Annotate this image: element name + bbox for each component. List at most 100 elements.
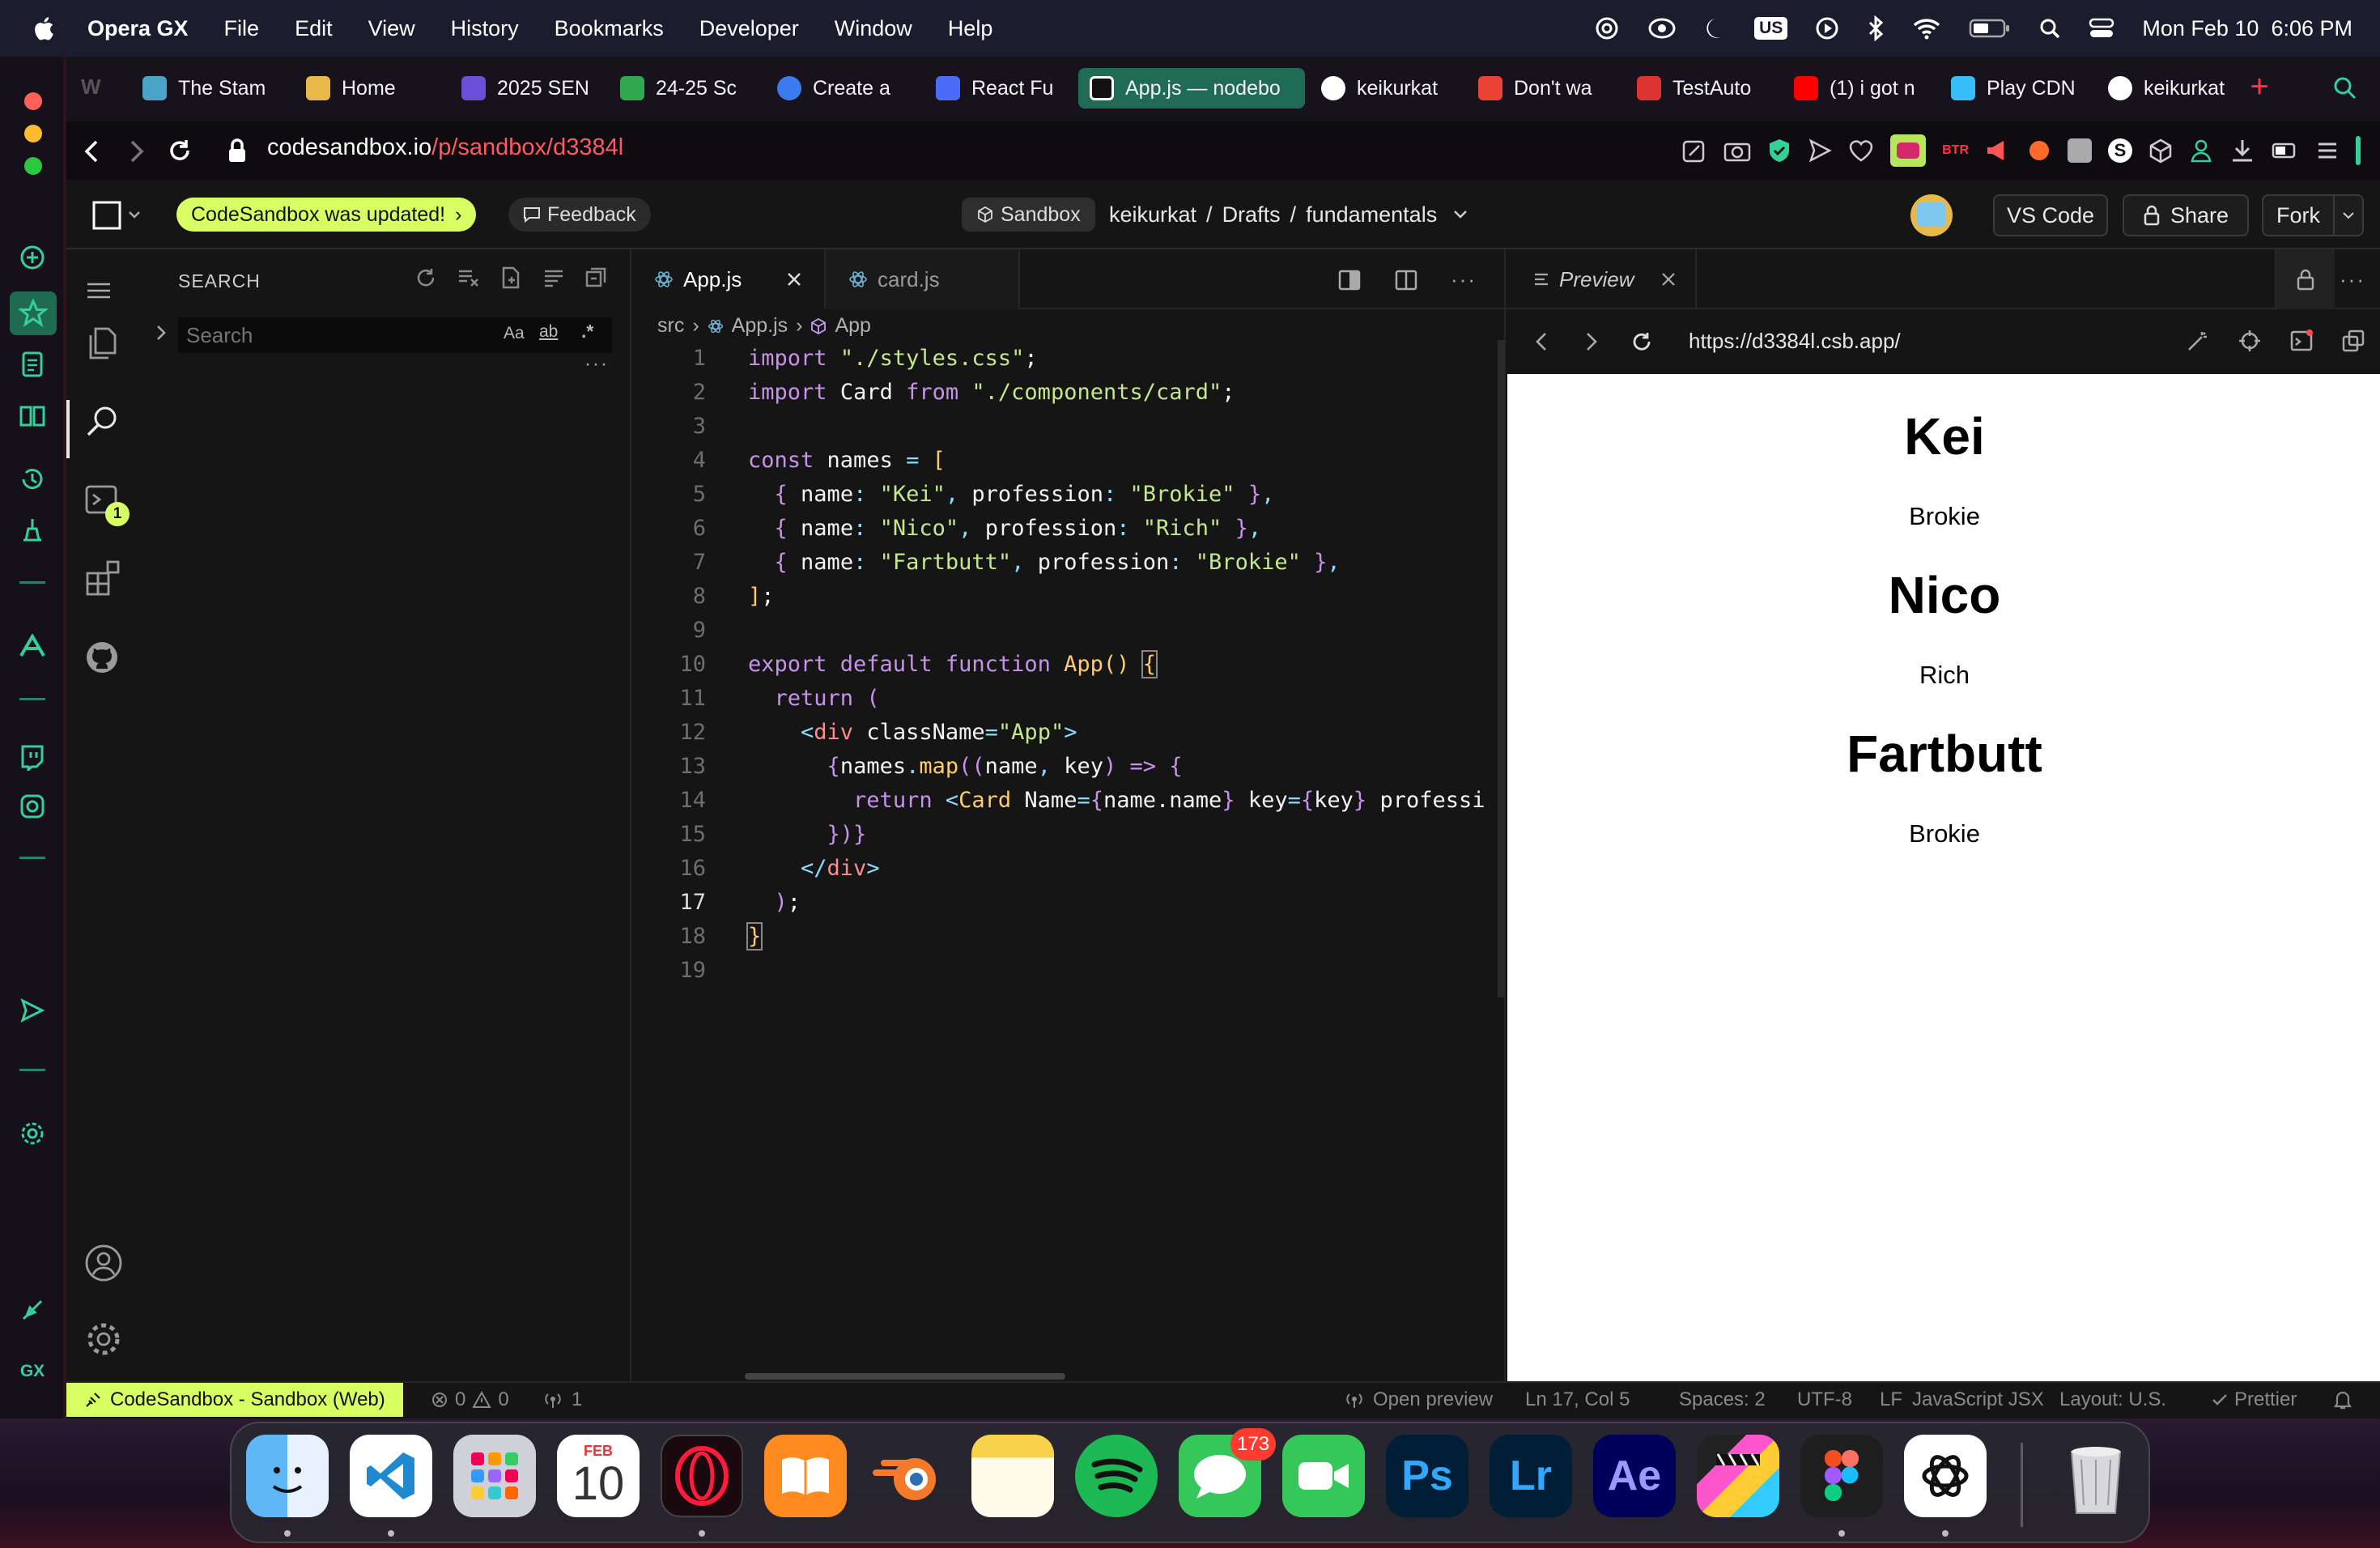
preview-forward-icon[interactable] — [1585, 332, 1598, 351]
final-cut-pro-icon[interactable] — [1697, 1435, 1779, 1517]
eol-setting[interactable]: LF — [1880, 1383, 1902, 1417]
reader-icon[interactable] — [16, 400, 49, 432]
csb-logo-menu-icon[interactable] — [92, 201, 144, 230]
tab-item[interactable]: The Stam — [131, 68, 293, 108]
magic-wand-icon[interactable] — [2186, 329, 2210, 353]
bluetooth-icon[interactable] — [1867, 15, 1885, 41]
search-details-ellipsis-icon[interactable]: ··· — [584, 353, 609, 376]
menu-developer[interactable]: Developer — [699, 16, 799, 41]
tab-card-js[interactable]: card.js — [826, 249, 1020, 309]
open-preview-button[interactable]: Open preview — [1344, 1383, 1493, 1417]
github-icon[interactable] — [84, 640, 120, 675]
history-icon[interactable] — [16, 463, 49, 495]
menu-history[interactable]: History — [451, 16, 519, 41]
instagram-icon[interactable] — [16, 790, 49, 823]
lock-icon[interactable] — [227, 138, 248, 164]
chatgpt-status-icon[interactable] — [1594, 15, 1620, 41]
view-as-tree-icon[interactable] — [542, 266, 565, 289]
photoshop-icon[interactable]: Ps — [1386, 1435, 1468, 1517]
prettier-status[interactable]: Prettier — [2212, 1383, 2297, 1417]
match-whole-word-toggle[interactable]: ab — [539, 322, 558, 342]
new-search-editor-icon[interactable] — [500, 266, 523, 290]
problems-indicator[interactable]: 0 0 — [431, 1383, 509, 1417]
chevron-down-icon[interactable] — [2333, 196, 2362, 235]
menu-view[interactable]: View — [368, 16, 415, 41]
breadcrumb-user[interactable]: keikurkat — [1109, 202, 1196, 228]
notifications-bell-icon[interactable] — [2333, 1383, 2352, 1417]
tab-item[interactable]: Don't wa — [1467, 68, 1629, 108]
tab-app-js[interactable]: App.js — [631, 249, 826, 309]
send-icon[interactable] — [16, 994, 49, 1027]
window-minimize-button[interactable] — [24, 125, 42, 142]
sidebar-toggle-indicator[interactable] — [2356, 136, 2361, 165]
wifi-icon[interactable] — [1912, 17, 1941, 40]
project-breadcrumb[interactable]: keikurkat / Drafts / fundamentals — [1109, 196, 1468, 233]
preview-back-icon[interactable] — [1535, 332, 1548, 351]
extension-square-icon[interactable] — [2068, 138, 2092, 163]
battery-saver-icon[interactable] — [2272, 142, 2299, 159]
tab-item[interactable]: keikurkat — [1310, 68, 1472, 108]
language-mode[interactable]: JavaScript JSX — [1912, 1383, 2044, 1417]
chatgpt-icon[interactable] — [1904, 1435, 1987, 1517]
lightroom-icon[interactable]: Lr — [1490, 1435, 1572, 1517]
ports-indicator[interactable]: 1 — [542, 1383, 582, 1417]
download-icon[interactable] — [2229, 138, 2255, 164]
menu-bookmarks[interactable]: Bookmarks — [555, 16, 664, 41]
vscode-icon[interactable] — [350, 1435, 432, 1517]
creative-cloud-icon[interactable] — [1647, 16, 1677, 40]
use-regex-toggle[interactable]: .* — [581, 321, 593, 342]
new-tab-plus-icon[interactable]: + — [2246, 70, 2273, 103]
dollar-extension-icon[interactable]: S — [2108, 138, 2132, 163]
cube-icon[interactable] — [2148, 138, 2173, 164]
camera-icon[interactable] — [1723, 138, 1751, 163]
preview-url-field[interactable]: https://d3384l.csb.app/ — [1689, 329, 1901, 354]
trash-icon[interactable] — [2055, 1435, 2137, 1517]
shield-icon[interactable] — [1767, 138, 1791, 164]
split-editor-icon[interactable] — [1394, 269, 1418, 291]
clear-results-icon[interactable] — [457, 266, 481, 289]
send-arrow-icon[interactable] — [1808, 138, 1832, 163]
snapshot-edit-icon[interactable] — [1681, 138, 1707, 164]
search-icon[interactable] — [84, 403, 120, 439]
reload-icon[interactable] — [167, 138, 193, 164]
search-input-field[interactable] — [186, 322, 494, 348]
tab-item-active[interactable]: App.js — nodebo — [1078, 68, 1305, 108]
opera-gx-icon[interactable] — [661, 1435, 743, 1517]
lock-preview-icon[interactable] — [2275, 249, 2335, 309]
menu-hamburger-icon[interactable] — [84, 279, 120, 314]
cursor-position[interactable]: Ln 17, Col 5 — [1525, 1383, 1630, 1417]
moon-icon[interactable] — [1704, 16, 1727, 40]
collapse-all-icon[interactable] — [584, 266, 607, 289]
person-icon[interactable] — [2189, 138, 2213, 164]
explorer-files-icon[interactable] — [84, 325, 120, 361]
video-popout-icon[interactable] — [1890, 134, 1927, 167]
horizontal-scrollbar[interactable] — [745, 1373, 1065, 1380]
figma-icon[interactable] — [1800, 1435, 1883, 1517]
apple-menu-icon[interactable] — [31, 15, 55, 42]
gx-control-icon[interactable] — [16, 241, 49, 274]
tab-item[interactable]: 2025 SEN — [450, 68, 612, 108]
breadcrumb-folder[interactable]: Drafts — [1222, 202, 1281, 228]
extensions-icon[interactable] — [84, 559, 120, 596]
brush-extension-icon[interactable] — [2027, 138, 2051, 163]
finder-icon[interactable] — [246, 1435, 329, 1517]
chevron-down-icon[interactable] — [1453, 210, 1468, 219]
facetime-icon[interactable] — [1282, 1435, 1365, 1517]
notes-icon[interactable] — [971, 1435, 1054, 1517]
control-center-icon[interactable] — [2089, 17, 2114, 40]
window-close-button[interactable] — [24, 92, 42, 110]
speed-dial-star-icon[interactable] — [10, 291, 57, 335]
easy-setup-icon[interactable] — [2315, 138, 2340, 163]
csb-updated-badge[interactable]: CodeSandbox was updated! › — [176, 198, 477, 232]
megaphone-icon[interactable] — [1985, 138, 2011, 163]
breadcrumb-symbol[interactable]: App — [835, 314, 870, 338]
inspect-target-icon[interactable] — [2238, 329, 2262, 353]
breadcrumb-file[interactable]: App.js — [732, 314, 788, 338]
fork-button[interactable]: Fork — [2262, 194, 2364, 236]
keyboard-layout[interactable]: Layout: U.S. — [2059, 1383, 2166, 1417]
forward-icon[interactable] — [128, 139, 146, 164]
indentation-setting[interactable]: Spaces: 2 — [1679, 1383, 1766, 1417]
cleaner-icon[interactable] — [16, 513, 49, 546]
gx-corner-label[interactable]: GX — [16, 1355, 49, 1388]
btr-extension-icon[interactable]: BTR — [1942, 143, 1969, 158]
